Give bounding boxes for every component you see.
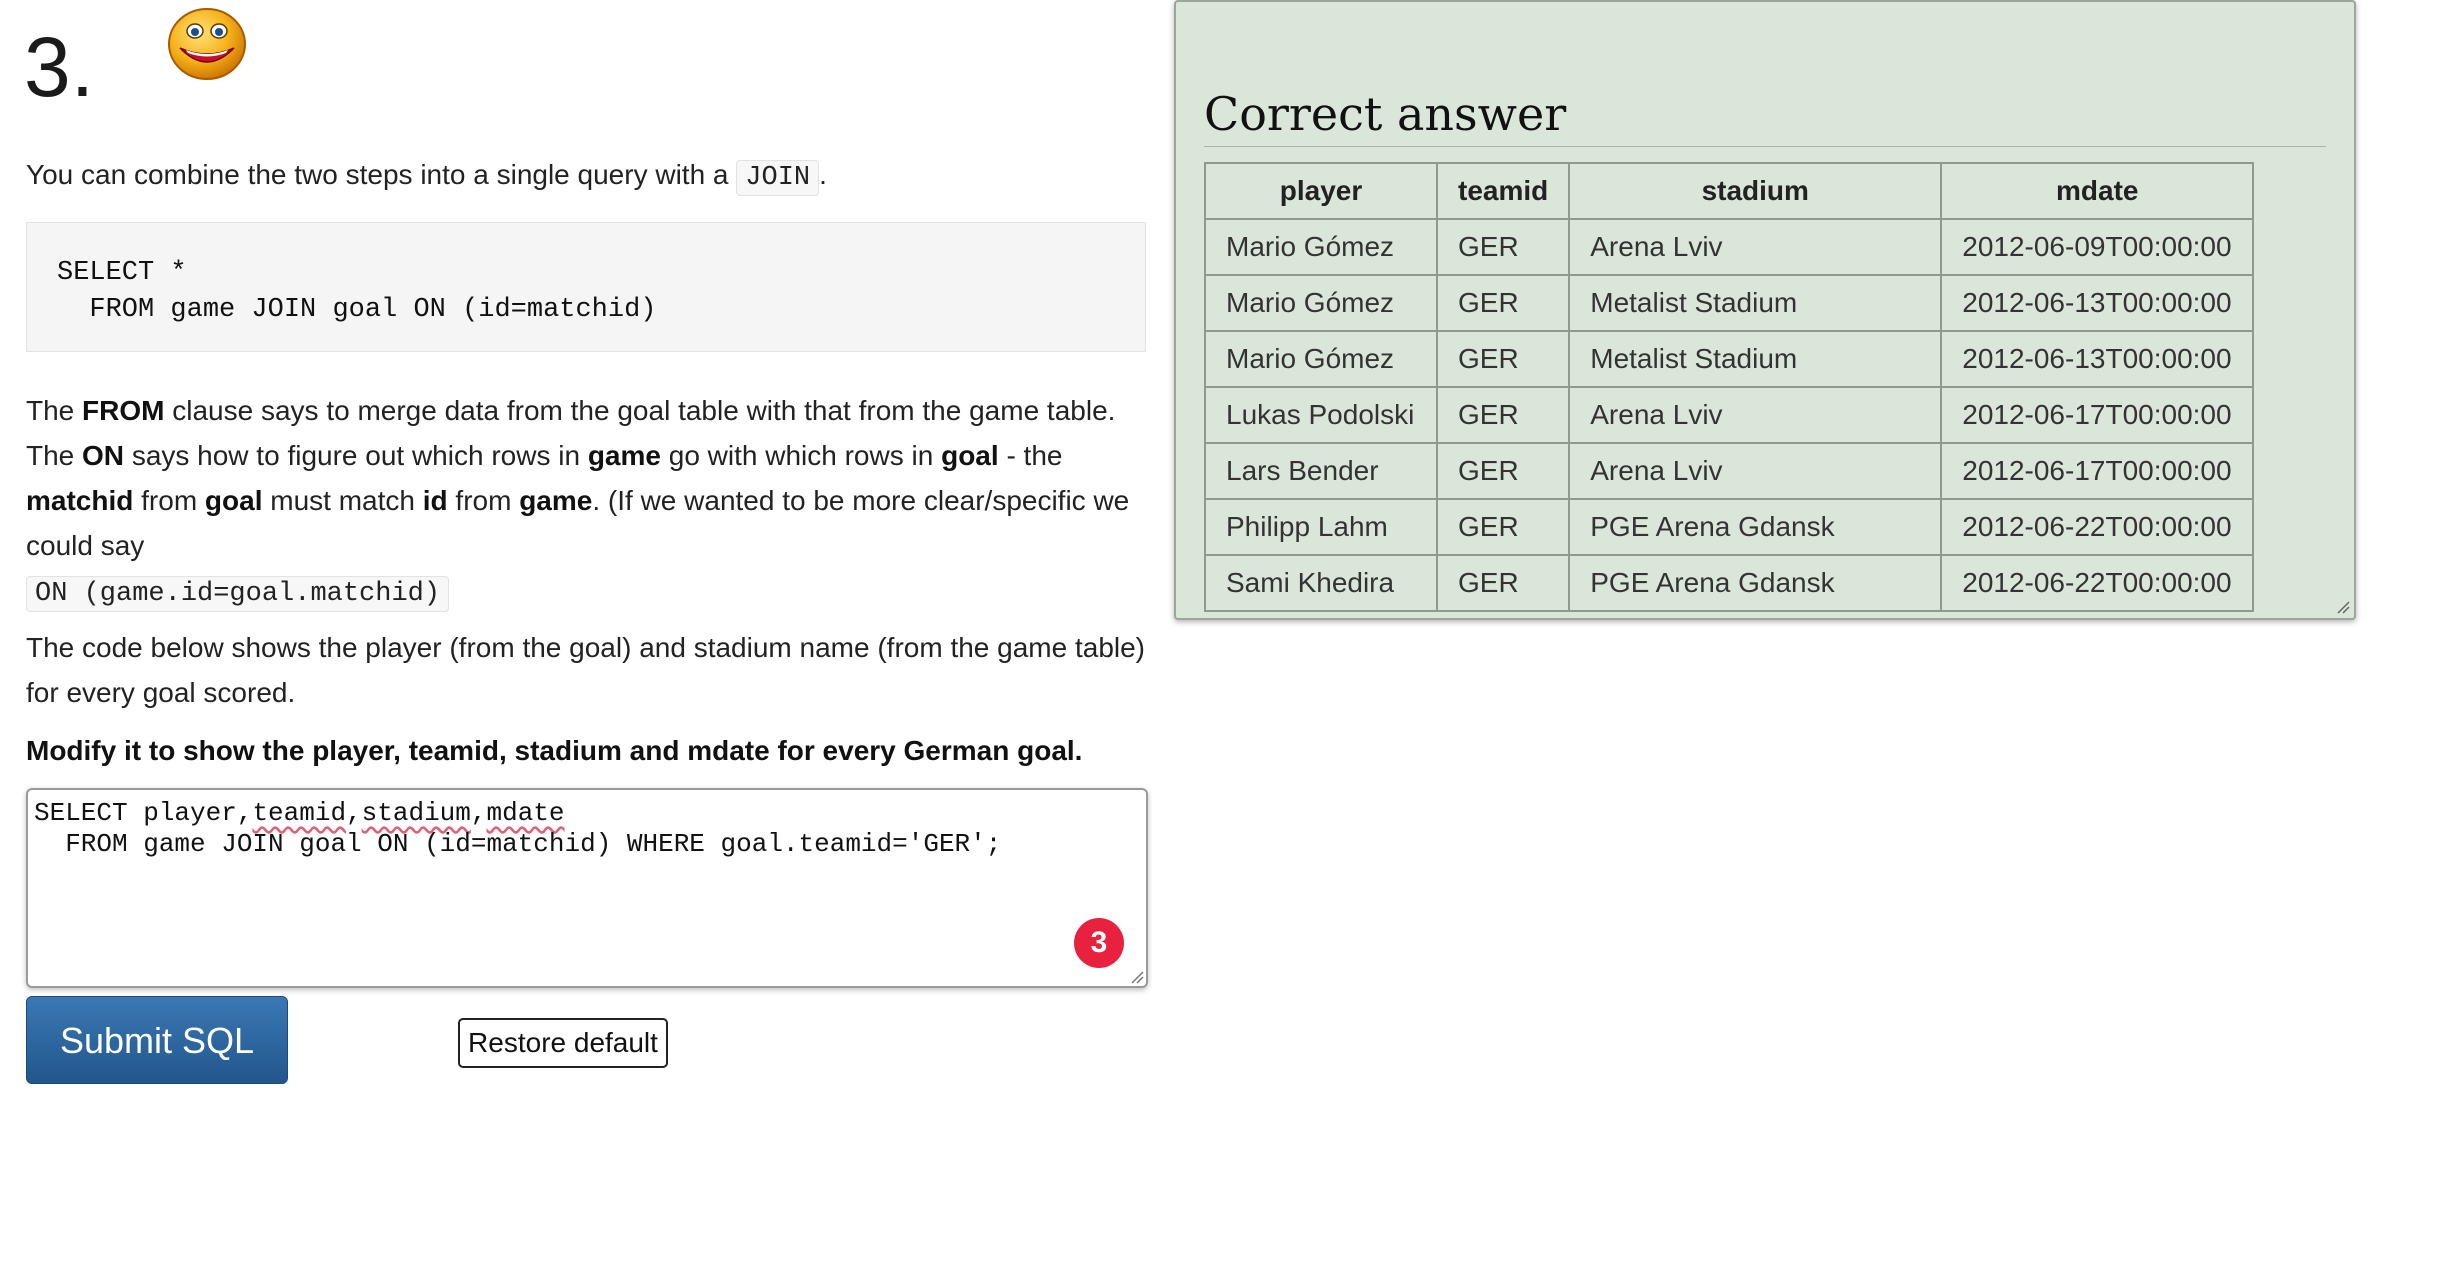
squiggle-mdate: mdate (486, 798, 565, 828)
cell-teamid: GER (1435, 218, 1571, 276)
cell-mdate: 2012-06-22T00:00:00 (1940, 498, 2255, 556)
cell-teamid: GER (1435, 498, 1571, 556)
column-header: mdate (1940, 162, 2255, 220)
panel-resize-grip-icon[interactable] (2336, 600, 2350, 614)
table-header-row: player teamid stadium mdate (1204, 162, 2255, 220)
description-paragraph: The code below shows the player (from th… (26, 632, 1146, 708)
example-code-block: SELECT * FROM game JOIN goal ON (id=matc… (26, 222, 1146, 352)
cell-teamid: GER (1435, 274, 1571, 332)
cell-stadium: Arena Lviv (1568, 386, 1943, 444)
cell-teamid: GER (1435, 442, 1571, 500)
squiggle-teamid: teamid (252, 798, 347, 828)
column-header: stadium (1568, 162, 1943, 220)
column-header: player (1204, 162, 1438, 220)
correct-answer-panel: Correct answer player teamid stadium mda… (1174, 0, 2356, 620)
cell-stadium: PGE Arena Gdansk (1568, 554, 1943, 612)
column-header: teamid (1435, 162, 1571, 220)
squiggle-stadium: stadium (361, 798, 471, 828)
cell-player: Lars Bender (1204, 442, 1438, 500)
cell-mdate: 2012-06-22T00:00:00 (1940, 554, 2255, 612)
table-row: Lukas Podolski GER Arena Lviv 2012-06-17… (1204, 386, 2255, 444)
cell-player: Mario Gómez (1204, 330, 1438, 388)
cell-player: Lukas Podolski (1204, 386, 1438, 444)
answer-table: player teamid stadium mdate Mario Gómez … (1204, 162, 2255, 612)
table-row: Sami Khedira GER PGE Arena Gdansk 2012-0… (1204, 554, 2255, 612)
submit-sql-button[interactable]: Submit SQL (26, 996, 288, 1084)
intro-text: You can combine the two steps into a sin… (26, 152, 1146, 201)
cell-mdate: 2012-06-13T00:00:00 (1940, 274, 2255, 332)
cell-mdate: 2012-06-17T00:00:00 (1940, 442, 2255, 500)
cell-mdate: 2012-06-13T00:00:00 (1940, 330, 2255, 388)
cell-stadium: Metalist Stadium (1568, 274, 1943, 332)
cell-teamid: GER (1435, 386, 1571, 444)
resize-grip-icon[interactable] (1130, 970, 1144, 984)
cell-stadium: Arena Lviv (1568, 218, 1943, 276)
cell-player: Philipp Lahm (1204, 498, 1438, 556)
cell-mdate: 2012-06-17T00:00:00 (1940, 386, 2255, 444)
explanation-paragraph: The FROM clause says to merge data from … (26, 388, 1146, 617)
cell-stadium: Arena Lviv (1568, 442, 1943, 500)
on-clause-code: ON (game.id=goal.matchid) (26, 576, 450, 612)
question-number: 3. (24, 20, 95, 114)
table-row: Mario Gómez GER Metalist Stadium 2012-06… (1204, 330, 2255, 388)
join-keyword-code: JOIN (736, 160, 820, 196)
restore-default-button[interactable]: Restore default (458, 1018, 668, 1068)
cell-player: Sami Khedira (1204, 554, 1438, 612)
error-count-badge[interactable]: 3 (1074, 918, 1124, 968)
cell-teamid: GER (1435, 330, 1571, 388)
task-instruction: Modify it to show the player, teamid, st… (26, 735, 1083, 766)
smiley-icon (168, 8, 246, 80)
table-row: Lars Bender GER Arena Lviv 2012-06-17T00… (1204, 442, 2255, 500)
table-row: Mario Gómez GER Metalist Stadium 2012-06… (1204, 274, 2255, 332)
table-row: Mario Gómez GER Arena Lviv 2012-06-09T00… (1204, 218, 2255, 276)
cell-player: Mario Gómez (1204, 218, 1438, 276)
cell-player: Mario Gómez (1204, 274, 1438, 332)
cell-mdate: 2012-06-09T00:00:00 (1940, 218, 2255, 276)
cell-stadium: Metalist Stadium (1568, 330, 1943, 388)
sql-editor[interactable]: SELECT player,teamid,stadium,mdate FROM … (26, 788, 1148, 988)
cell-stadium: PGE Arena Gdansk (1568, 498, 1943, 556)
panel-title: Correct answer (1204, 82, 2326, 147)
table-row: Philipp Lahm GER PGE Arena Gdansk 2012-0… (1204, 498, 2255, 556)
cell-teamid: GER (1435, 554, 1571, 612)
